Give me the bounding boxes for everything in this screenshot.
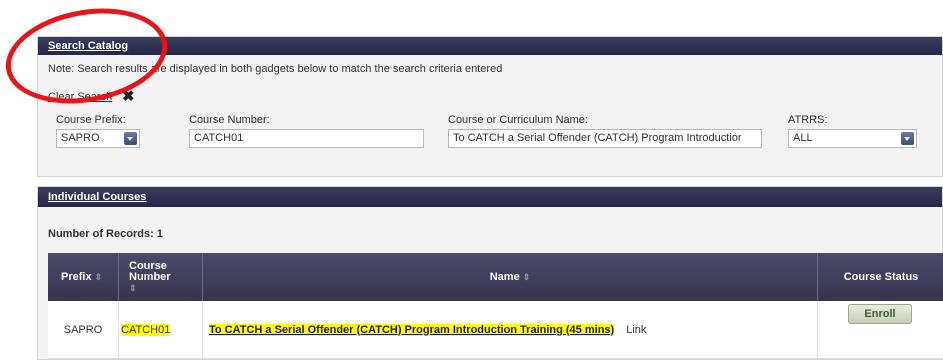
row-course-status: Enroll xyxy=(818,301,943,358)
course-prefix-select[interactable]: SAPRO xyxy=(56,129,140,148)
column-course-number[interactable]: Course Number ⇕ xyxy=(119,253,203,301)
courses-table: Prefix ⇕ Course Number ⇕ Name ⇕ Course S… xyxy=(48,253,943,359)
course-detail-link[interactable]: Link xyxy=(626,324,646,336)
course-prefix-value: SAPRO xyxy=(61,132,100,144)
column-course-status-label: Course Status xyxy=(843,271,919,283)
individual-courses-panel: Individual Courses Number of Records: 1 … xyxy=(37,186,943,360)
record-count: Number of Records: 1 xyxy=(48,228,163,240)
chevron-down-icon[interactable] xyxy=(124,132,137,145)
clear-search-link[interactable]: Clear Search xyxy=(48,91,112,103)
table-row: SAPRO CATCH01 To CATCH a Serial Offender… xyxy=(48,301,943,359)
clear-search-x-icon[interactable]: ✖ xyxy=(122,87,135,105)
column-name[interactable]: Name ⇕ xyxy=(203,253,818,301)
chevron-down-icon[interactable] xyxy=(901,132,914,145)
sort-icon[interactable]: ⇕ xyxy=(523,272,531,283)
search-note: Note: Search results are displayed in bo… xyxy=(48,63,503,75)
search-catalog-panel: Search Catalog Note: Search results are … xyxy=(37,36,943,177)
row-course-number: CATCH01 xyxy=(119,301,203,358)
atrrs-label: ATRRS: xyxy=(788,114,828,126)
search-catalog-header: Search Catalog xyxy=(38,37,942,55)
row-prefix: SAPRO xyxy=(48,301,119,358)
atrrs-select[interactable]: ALL xyxy=(788,129,917,148)
column-course-number-line2: Number xyxy=(129,270,171,283)
search-catalog-title[interactable]: Search Catalog xyxy=(48,40,128,52)
column-name-label: Name xyxy=(489,271,520,283)
column-prefix-label: Prefix xyxy=(61,271,92,283)
column-course-status: Course Status xyxy=(818,253,943,301)
atrrs-value: ALL xyxy=(793,132,813,144)
course-number-input[interactable]: CATCH01 xyxy=(189,129,424,148)
course-name-input[interactable]: To CATCH a Serial Offender (CATCH) Progr… xyxy=(448,129,762,148)
row-name: To CATCH a Serial Offender (CATCH) Progr… xyxy=(203,301,818,358)
course-name-label: Course or Curriculum Name: xyxy=(448,114,588,126)
course-number-highlight: CATCH01 xyxy=(121,323,171,336)
column-course-number-line1: Course xyxy=(129,259,167,272)
sort-icon[interactable]: ⇕ xyxy=(129,283,137,294)
individual-courses-header: Individual Courses xyxy=(38,187,942,207)
table-header: Prefix ⇕ Course Number ⇕ Name ⇕ Course S… xyxy=(48,253,943,301)
course-number-label: Course Number: xyxy=(189,114,270,126)
enroll-button[interactable]: Enroll xyxy=(848,304,912,324)
course-prefix-label: Course Prefix: xyxy=(56,114,126,126)
sort-icon[interactable]: ⇕ xyxy=(95,272,103,283)
course-name-link[interactable]: To CATCH a Serial Offender (CATCH) Progr… xyxy=(209,323,615,336)
column-prefix[interactable]: Prefix ⇕ xyxy=(48,253,119,301)
individual-courses-title[interactable]: Individual Courses xyxy=(48,191,146,203)
